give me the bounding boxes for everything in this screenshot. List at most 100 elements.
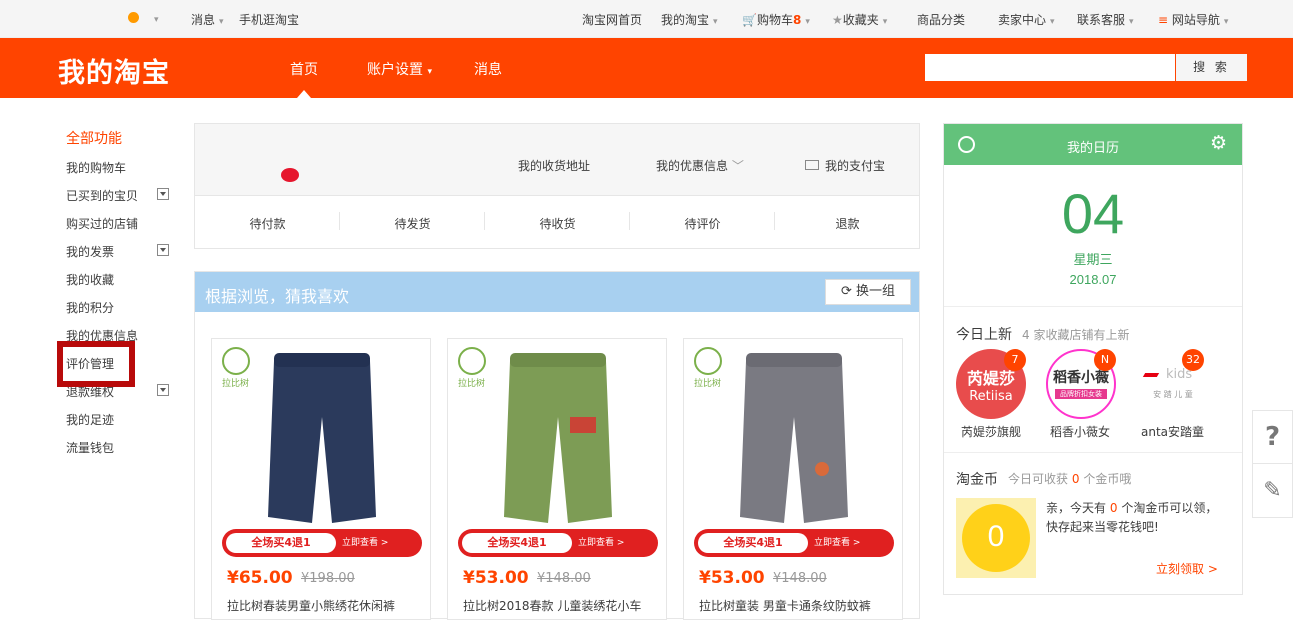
promo-banner[interactable]: 全场买4退1 立即查看 > — [222, 529, 422, 557]
product-name[interactable]: 拉比树春装男童小熊绣花休闲裤 — [227, 597, 423, 614]
shop-badge: 32 — [1182, 349, 1204, 371]
nav-messages[interactable]: 消息 — [474, 59, 502, 79]
claim-coins-link[interactable]: 立刻领取 > — [1156, 560, 1218, 577]
top-my-taobao-link[interactable]: 我的淘宝 ▾ — [661, 11, 718, 28]
product-name[interactable]: 拉比树2018春款 儿童装绣花小车 — [463, 597, 659, 614]
refresh-icon: ⟳ — [840, 284, 852, 299]
wallet-icon — [805, 160, 819, 170]
address-link[interactable]: 我的收货地址 — [518, 157, 590, 174]
coupons-link[interactable]: 我的优惠信息 ﹀ — [656, 157, 744, 174]
recommendations-title: 根据浏览，猜我喜欢 — [205, 287, 350, 306]
product-image[interactable] — [498, 347, 618, 527]
gear-icon[interactable]: ⚙ — [1210, 132, 1227, 154]
promo-banner-text: 全场买4退1 — [462, 533, 572, 553]
sidebar: 全部功能 我的购物车 已买到的宝贝 购买过的店铺 我的发票 我的收藏 我的积分 … — [0, 98, 180, 619]
promo-banner-cta: 立即查看 > — [342, 538, 389, 548]
profile-panel: 我的收货地址 我的优惠信息 ﹀ 我的支付宝 待付款 待发货 待收货 待评价 退款 — [194, 123, 920, 249]
side-tools: ? ✎ — [1252, 410, 1293, 518]
product-name[interactable]: 拉比树童装 男童卡通条纹防蚊裤 — [699, 597, 895, 614]
sidebar-item-shops[interactable]: 购买过的店铺 — [66, 215, 138, 232]
weibo-icon[interactable] — [281, 168, 299, 182]
top-messages-link[interactable]: 消息 ▾ — [191, 11, 224, 28]
top-service-link[interactable]: 联系客服 ▾ — [1077, 11, 1134, 28]
search-button[interactable]: 搜 索 — [1176, 54, 1247, 81]
product-image[interactable] — [734, 347, 854, 527]
calendar-year-month: 2018.07 — [1069, 272, 1117, 287]
product-card[interactable]: 拉比树 全场买4退1 立即查看 > ¥65.00 ¥198.00 拉比树春装男童… — [211, 338, 431, 620]
order-pending-receipt[interactable]: 待收货 — [485, 215, 630, 232]
sidebar-item-favorites[interactable]: 我的收藏 — [66, 271, 114, 288]
sidebar-item-footprints[interactable]: 我的足迹 — [66, 411, 114, 428]
sidebar-expand-invoice-icon[interactable] — [157, 244, 169, 256]
product-price: ¥53.00 — [463, 568, 529, 588]
nav-home[interactable]: 首页 — [290, 59, 318, 79]
coin-icon[interactable] — [128, 12, 139, 23]
top-site-nav-link[interactable]: ≡ 网站导航 ▾ — [1158, 11, 1228, 28]
promo-banner-cta: 立即查看 > — [814, 538, 861, 548]
sidebar-item-invoice[interactable]: 我的发票 — [66, 243, 114, 260]
shop-logo-sub: 安 踏 儿 童 — [1153, 390, 1193, 399]
menu-icon: ≡ — [1158, 13, 1169, 27]
order-pending-shipment[interactable]: 待发货 — [340, 215, 485, 232]
page-logo[interactable]: 我的淘宝 — [58, 51, 170, 90]
sidebar-item-data-wallet[interactable]: 流量钱包 — [66, 439, 114, 456]
top-seller-link[interactable]: 卖家中心 ▾ — [998, 11, 1055, 28]
order-pending-review[interactable]: 待评价 — [630, 215, 775, 232]
help-icon[interactable]: ? — [1253, 411, 1292, 464]
feedback-edit-icon[interactable]: ✎ — [1253, 465, 1292, 517]
sidebar-item-points[interactable]: 我的积分 — [66, 299, 114, 316]
product-old-price: ¥148.00 — [773, 571, 827, 586]
site-top-bar: ▾ 消息 ▾ 手机逛淘宝 淘宝网首页 我的淘宝 ▾ 🛒购物车8 ▾ ★收藏夹 ▾ 商品分… — [0, 0, 1293, 38]
nav-account-settings[interactable]: 账户设置 ▾ — [367, 59, 432, 79]
shop-name[interactable]: 芮媞莎旗舰 — [961, 423, 1021, 440]
coin-box: 0 — [956, 498, 1036, 578]
sidebar-title[interactable]: 全部功能 — [66, 128, 122, 148]
top-home-link[interactable]: 淘宝网首页 — [582, 11, 642, 28]
recommendations-panel: 根据浏览，猜我喜欢 ⟳ 换一组 拉比树 全场买4退1 立即查看 > ¥65.00… — [194, 271, 920, 620]
new-today-title: 今日上新 — [956, 327, 1012, 343]
shop-name[interactable]: anta安踏童 — [1141, 423, 1204, 440]
divider — [944, 452, 1242, 453]
calendar-title: 我的日历 — [1066, 141, 1119, 156]
calendar-day: 04 — [1061, 182, 1125, 245]
product-old-price: ¥148.00 — [537, 571, 591, 586]
shop-badge: N — [1094, 349, 1116, 371]
alipay-link[interactable]: 我的支付宝 — [805, 157, 885, 174]
shop-logo-sub: 品牌折扣女装 — [1055, 389, 1107, 399]
search-input[interactable] — [925, 54, 1175, 81]
promo-banner[interactable]: 全场买4退1 立即查看 > — [694, 529, 894, 557]
calendar-weekday: 星期三 — [1073, 253, 1113, 268]
product-card[interactable]: 拉比树 全场买4退1 立即查看 > ¥53.00 ¥148.00 拉比树童装 男… — [683, 338, 903, 620]
product-price: ¥65.00 — [227, 568, 293, 588]
star-icon: ★ — [832, 13, 843, 27]
promo-banner-text: 全场买4退1 — [698, 533, 808, 553]
promo-banner-text: 全场买4退1 — [226, 533, 336, 553]
product-card[interactable]: 拉比树 全场买4退1 立即查看 > ¥53.00 ¥148.00 拉比树2018… — [447, 338, 667, 620]
brand-logo-icon — [694, 347, 722, 375]
coin-title: 淘金币 — [956, 472, 998, 488]
calendar-header: 我的日历 ⚙ — [944, 124, 1242, 165]
promo-banner[interactable]: 全场买4退1 立即查看 > — [458, 529, 658, 557]
sidebar-expand-refunds-icon[interactable] — [157, 384, 169, 396]
main-header: 我的淘宝 首页 账户设置 ▾ 消息 搜 索 — [0, 38, 1293, 98]
order-refund[interactable]: 退款 — [775, 215, 920, 232]
top-mobile-link[interactable]: 手机逛淘宝 — [239, 11, 299, 28]
recommendations-header: 根据浏览，猜我喜欢 ⟳ 换一组 — [195, 272, 919, 312]
product-image[interactable] — [262, 347, 382, 527]
shop-name[interactable]: 稻香小薇女 — [1050, 423, 1110, 440]
brand-logo-text: 拉比树 — [694, 379, 722, 389]
highlight-box — [57, 341, 135, 387]
refresh-button[interactable]: ⟳ 换一组 — [825, 279, 911, 305]
order-pending-payment[interactable]: 待付款 — [195, 215, 340, 232]
active-nav-indicator — [297, 90, 311, 98]
sidebar-item-purchased[interactable]: 已买到的宝贝 — [66, 187, 138, 204]
top-favorites-link[interactable]: ★收藏夹 ▾ — [832, 11, 887, 28]
top-cart-link[interactable]: 🛒购物车8 ▾ — [742, 11, 810, 28]
sidebar-item-cart[interactable]: 我的购物车 — [66, 159, 126, 176]
product-price: ¥53.00 — [699, 568, 765, 588]
sidebar-expand-purchased-icon[interactable] — [157, 188, 169, 200]
account-dropdown-arrow[interactable]: ▾ — [150, 11, 159, 25]
top-categories-link[interactable]: 商品分类 — [917, 11, 965, 28]
shop-badge: 7 — [1004, 349, 1026, 371]
anta-swoosh-icon — [1142, 373, 1160, 377]
